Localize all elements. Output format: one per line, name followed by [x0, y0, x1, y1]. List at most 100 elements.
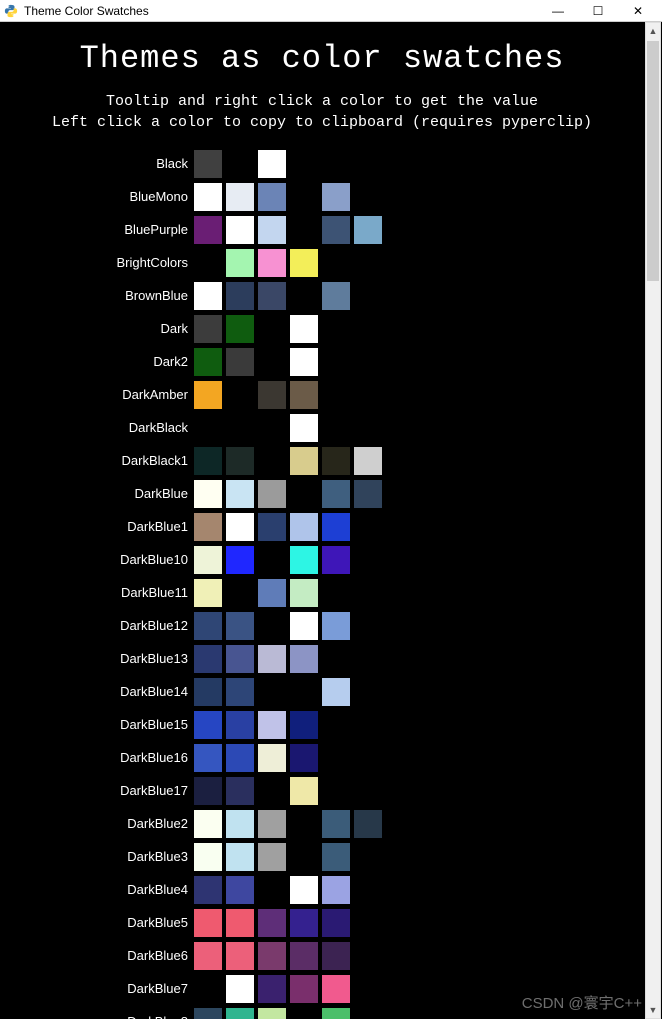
maximize-button[interactable]: ☐	[578, 0, 618, 22]
color-swatch[interactable]	[322, 843, 350, 871]
color-swatch[interactable]	[290, 744, 318, 772]
color-swatch[interactable]	[258, 183, 286, 211]
color-swatch[interactable]	[194, 546, 222, 574]
color-swatch[interactable]	[194, 810, 222, 838]
color-swatch[interactable]	[226, 348, 254, 376]
color-swatch[interactable]	[194, 216, 222, 244]
scroll-down-icon[interactable]: ▼	[646, 1002, 660, 1018]
color-swatch[interactable]	[290, 249, 318, 277]
color-swatch[interactable]	[226, 942, 254, 970]
color-swatch[interactable]	[322, 678, 350, 706]
color-swatch[interactable]	[258, 975, 286, 1003]
color-swatch[interactable]	[354, 216, 382, 244]
color-swatch[interactable]	[226, 1008, 254, 1019]
color-swatch[interactable]	[226, 645, 254, 673]
color-swatch[interactable]	[194, 183, 222, 211]
color-swatch[interactable]	[290, 777, 318, 805]
color-swatch[interactable]	[322, 942, 350, 970]
color-swatch[interactable]	[194, 513, 222, 541]
color-swatch[interactable]	[258, 810, 286, 838]
color-swatch[interactable]	[258, 480, 286, 508]
color-swatch[interactable]	[194, 777, 222, 805]
color-swatch[interactable]	[226, 216, 254, 244]
color-swatch[interactable]	[354, 447, 382, 475]
color-swatch[interactable]	[194, 282, 222, 310]
close-button[interactable]: ✕	[618, 0, 658, 22]
color-swatch[interactable]	[290, 414, 318, 442]
color-swatch[interactable]	[226, 909, 254, 937]
color-swatch[interactable]	[322, 876, 350, 904]
color-swatch[interactable]	[226, 282, 254, 310]
color-swatch[interactable]	[226, 183, 254, 211]
minimize-button[interactable]: —	[538, 0, 578, 22]
color-swatch[interactable]	[322, 975, 350, 1003]
color-swatch[interactable]	[194, 150, 222, 178]
color-swatch[interactable]	[322, 480, 350, 508]
color-swatch[interactable]	[354, 810, 382, 838]
color-swatch[interactable]	[322, 546, 350, 574]
color-swatch[interactable]	[226, 810, 254, 838]
color-swatch[interactable]	[194, 612, 222, 640]
color-swatch[interactable]	[322, 183, 350, 211]
color-swatch[interactable]	[258, 216, 286, 244]
color-swatch[interactable]	[290, 942, 318, 970]
color-swatch[interactable]	[226, 546, 254, 574]
color-swatch[interactable]	[258, 381, 286, 409]
color-swatch[interactable]	[290, 909, 318, 937]
color-swatch[interactable]	[194, 711, 222, 739]
color-swatch[interactable]	[290, 876, 318, 904]
color-swatch[interactable]	[258, 249, 286, 277]
color-swatch[interactable]	[194, 447, 222, 475]
color-swatch[interactable]	[258, 282, 286, 310]
color-swatch[interactable]	[194, 480, 222, 508]
color-swatch[interactable]	[258, 942, 286, 970]
color-swatch[interactable]	[194, 942, 222, 970]
color-swatch[interactable]	[194, 744, 222, 772]
color-swatch[interactable]	[226, 678, 254, 706]
color-swatch[interactable]	[258, 645, 286, 673]
color-swatch[interactable]	[258, 1008, 286, 1019]
scrollbar-thumb[interactable]	[647, 41, 659, 281]
color-swatch[interactable]	[226, 447, 254, 475]
color-swatch[interactable]	[258, 744, 286, 772]
color-swatch[interactable]	[322, 810, 350, 838]
color-swatch[interactable]	[258, 711, 286, 739]
color-swatch[interactable]	[290, 315, 318, 343]
color-swatch[interactable]	[226, 249, 254, 277]
color-swatch[interactable]	[226, 975, 254, 1003]
color-swatch[interactable]	[194, 579, 222, 607]
color-swatch[interactable]	[226, 513, 254, 541]
color-swatch[interactable]	[226, 876, 254, 904]
color-swatch[interactable]	[226, 843, 254, 871]
color-swatch[interactable]	[322, 1008, 350, 1019]
color-swatch[interactable]	[290, 348, 318, 376]
color-swatch[interactable]	[322, 612, 350, 640]
color-swatch[interactable]	[226, 315, 254, 343]
color-swatch[interactable]	[194, 381, 222, 409]
color-swatch[interactable]	[258, 843, 286, 871]
color-swatch[interactable]	[290, 612, 318, 640]
color-swatch[interactable]	[226, 711, 254, 739]
color-swatch[interactable]	[226, 612, 254, 640]
color-swatch[interactable]	[258, 909, 286, 937]
color-swatch[interactable]	[322, 447, 350, 475]
color-swatch[interactable]	[194, 909, 222, 937]
color-swatch[interactable]	[226, 777, 254, 805]
color-swatch[interactable]	[258, 513, 286, 541]
color-swatch[interactable]	[290, 447, 318, 475]
color-swatch[interactable]	[290, 579, 318, 607]
color-swatch[interactable]	[322, 216, 350, 244]
color-swatch[interactable]	[290, 711, 318, 739]
color-swatch[interactable]	[322, 513, 350, 541]
color-swatch[interactable]	[290, 645, 318, 673]
color-swatch[interactable]	[290, 546, 318, 574]
color-swatch[interactable]	[194, 678, 222, 706]
color-swatch[interactable]	[258, 150, 286, 178]
color-swatch[interactable]	[194, 843, 222, 871]
color-swatch[interactable]	[258, 579, 286, 607]
color-swatch[interactable]	[322, 909, 350, 937]
color-swatch[interactable]	[290, 975, 318, 1003]
color-swatch[interactable]	[194, 348, 222, 376]
color-swatch[interactable]	[194, 645, 222, 673]
color-swatch[interactable]	[322, 282, 350, 310]
